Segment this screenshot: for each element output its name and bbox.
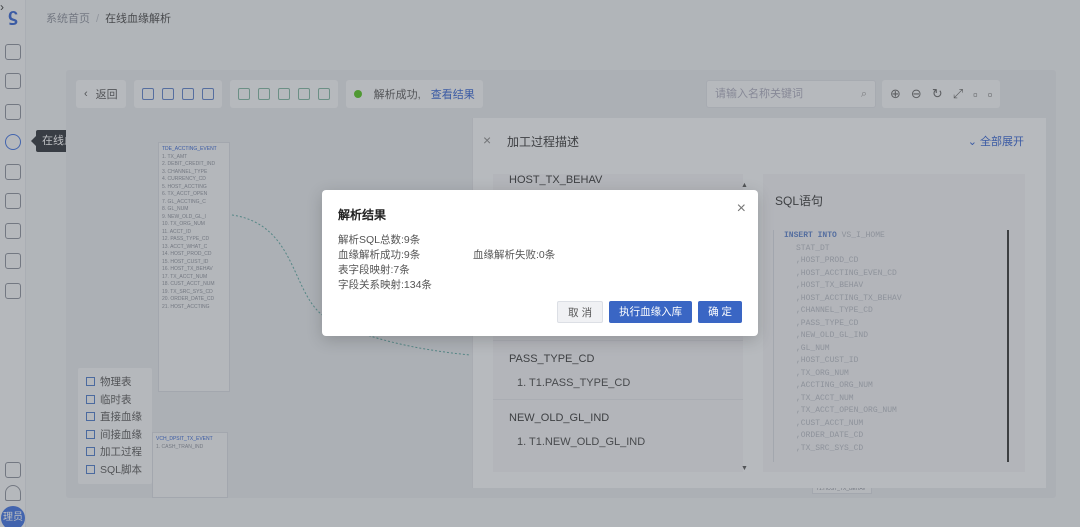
result-stats: 解析SQL总数:9条 血缘解析成功:9条 血缘解析失败:0条 表字段映射:7条 … (338, 233, 555, 293)
result-dialog: 解析结果 × 解析SQL总数:9条 血缘解析成功:9条 血缘解析失败:0条 表字… (322, 190, 758, 336)
execute-lineage-button[interactable]: 执行血缘入库 (609, 301, 693, 323)
confirm-button[interactable]: 确 定 (698, 301, 742, 323)
close-icon[interactable]: × (737, 200, 746, 218)
stat-field-rel: 字段关系映射:134条 (338, 279, 432, 291)
stat-fail: 血缘解析失败:0条 (473, 249, 556, 261)
stat-success-row: 血缘解析成功:9条 血缘解析失败:0条 (338, 248, 555, 263)
stat-table-map: 表字段映射:7条 (338, 264, 410, 276)
stat-success: 血缘解析成功:9条 (338, 249, 421, 261)
cancel-button[interactable]: 取 消 (557, 301, 604, 323)
dialog-title: 解析结果 (338, 208, 387, 222)
dialog-actions: 取 消 执行血缘入库 确 定 (557, 301, 742, 323)
stat-sql-total: 解析SQL总数:9条 (338, 234, 421, 246)
